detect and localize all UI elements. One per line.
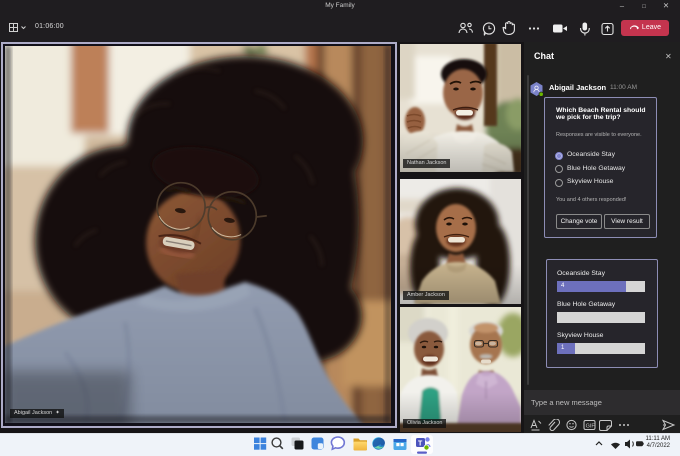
svg-text:T: T <box>418 441 423 448</box>
svg-text:GIF: GIF <box>586 424 596 430</box>
